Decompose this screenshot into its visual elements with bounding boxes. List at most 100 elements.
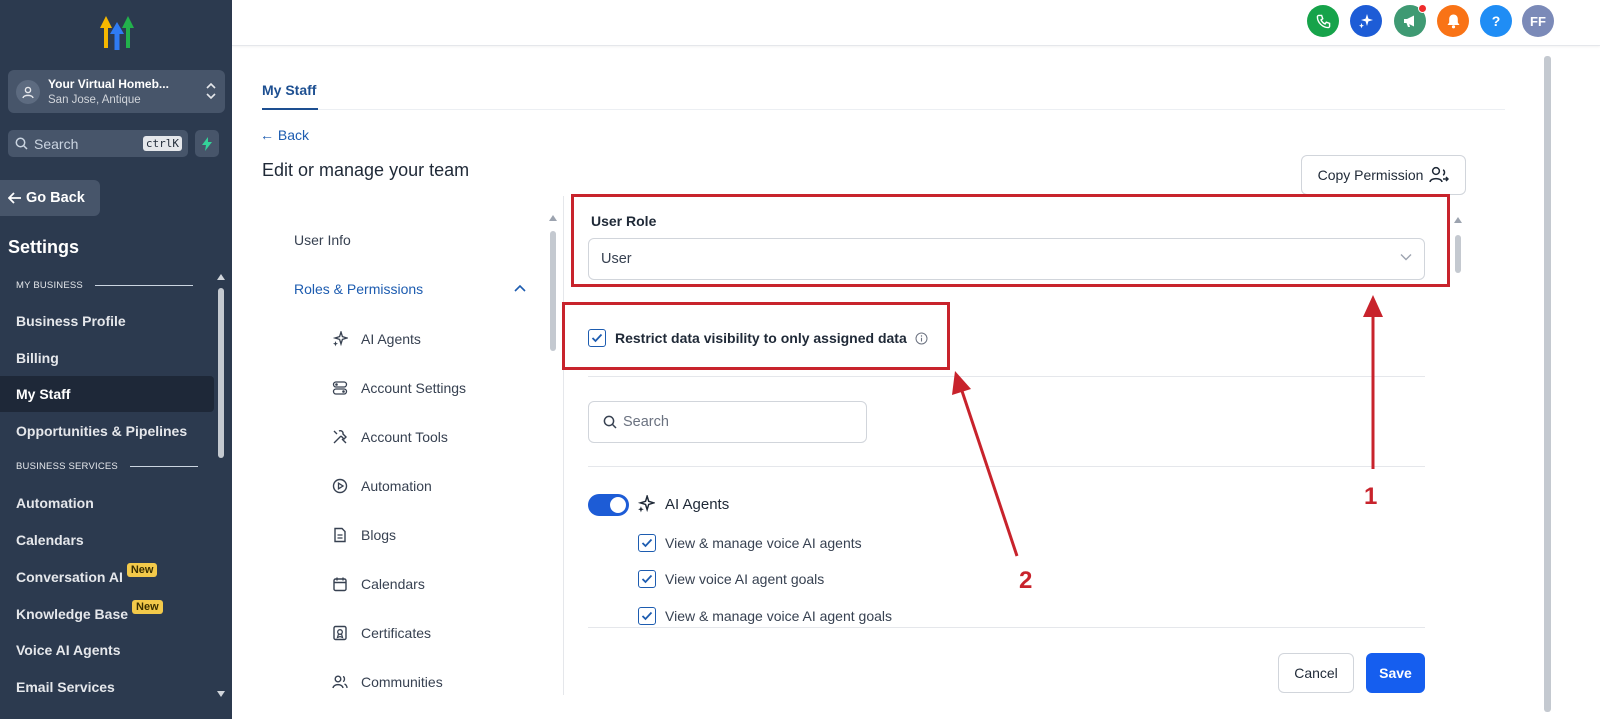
- location-icon: [16, 80, 40, 104]
- go-back-button[interactable]: Go Back: [0, 180, 100, 216]
- cancel-button[interactable]: Cancel: [1278, 653, 1354, 693]
- permission-search-input[interactable]: Search: [588, 401, 867, 443]
- subnav-label: Account Settings: [361, 380, 467, 396]
- user-initials: FF: [1530, 13, 1546, 29]
- calendar-icon: [331, 575, 349, 593]
- phone-button[interactable]: [1307, 5, 1339, 37]
- play-circle-icon: [331, 477, 349, 495]
- subnav-user-info[interactable]: User Info: [294, 232, 351, 248]
- subnav-certificates[interactable]: Certificates: [331, 624, 431, 642]
- sidebar-item-my-staff[interactable]: My Staff: [0, 376, 214, 412]
- annotation-number-2: 2: [1019, 567, 1033, 594]
- scroll-up-icon: [1454, 217, 1462, 223]
- quick-actions-button[interactable]: [195, 130, 219, 157]
- section-label: BUSINESS SERVICES: [16, 461, 118, 472]
- copy-permission-label: Copy Permission: [1317, 167, 1424, 183]
- subnav-ai-agents[interactable]: AI Agents: [331, 330, 421, 348]
- sidebar-item-email-services[interactable]: Email Services: [0, 669, 214, 705]
- permission-checkbox[interactable]: [638, 607, 656, 625]
- ai-agents-toggle[interactable]: [588, 494, 629, 516]
- subnav-roles-permissions[interactable]: Roles & Permissions: [294, 281, 423, 297]
- copy-permission-button[interactable]: Copy Permission: [1301, 155, 1466, 195]
- annotation-box-user-role: [571, 194, 1450, 287]
- go-back-label: Go Back: [26, 190, 85, 206]
- panel-scrollbar[interactable]: [1452, 215, 1464, 275]
- sidebar-item-label: My Staff: [16, 386, 71, 402]
- ai-agents-group-title: AI Agents: [637, 495, 729, 513]
- permission-row[interactable]: View & manage voice AI agent goals: [638, 607, 892, 625]
- subnav-communities[interactable]: Communities: [331, 673, 443, 691]
- app-logo[interactable]: [96, 14, 138, 52]
- arrow-left-icon: ←: [260, 127, 274, 143]
- account-location: San Jose, Antique: [48, 94, 141, 106]
- sidebar-item-calendars[interactable]: Calendars: [0, 522, 214, 558]
- help-icon: ?: [1491, 13, 1501, 29]
- sidebar-search[interactable]: Search ctrlK: [8, 130, 188, 157]
- tab-active-indicator: [262, 108, 318, 110]
- tab-my-staff[interactable]: My Staff: [262, 82, 316, 98]
- page-scroll-thumb[interactable]: [1544, 56, 1551, 712]
- sidebar-item-billing[interactable]: Billing: [0, 340, 214, 376]
- user-avatar[interactable]: FF: [1522, 5, 1554, 37]
- sidebar-item-label: Calendars: [16, 532, 84, 548]
- toggle-knob: [610, 497, 626, 513]
- sidebar-item-label: Knowledge Base: [16, 606, 129, 622]
- subnav-account-settings[interactable]: Account Settings: [331, 379, 466, 397]
- permission-search-placeholder: Search: [623, 414, 669, 430]
- chevron-up-icon[interactable]: [514, 284, 526, 292]
- sidebar-scroll-thumb[interactable]: [218, 288, 224, 458]
- sparkle-icon: [637, 495, 655, 513]
- subnav-automation[interactable]: Automation: [331, 477, 432, 495]
- group-title-label: AI Agents: [665, 495, 730, 513]
- bolt-icon: [202, 136, 212, 151]
- account-name: Your Virtual Homeb...: [48, 77, 169, 91]
- sidebar-item-knowledge-base[interactable]: Knowledge Base New: [0, 596, 214, 632]
- section-label: MY BUSINESS: [16, 280, 83, 291]
- subnav-blogs[interactable]: Blogs: [331, 526, 396, 544]
- sidebar-item-label: Voice AI Agents: [16, 642, 121, 658]
- back-link[interactable]: ← Back: [260, 127, 309, 143]
- notifications-button[interactable]: [1437, 5, 1469, 37]
- sidebar: Your Virtual Homeb... San Jose, Antique …: [0, 0, 232, 719]
- announcements-button[interactable]: [1394, 4, 1427, 37]
- sidebar-item-label: Email Services: [16, 679, 115, 695]
- subnav-label: Account Tools: [361, 429, 448, 445]
- help-button[interactable]: ?: [1480, 5, 1512, 37]
- notification-dot: [1418, 4, 1427, 13]
- subnav-label: User Info: [294, 232, 351, 248]
- panel-scroll-thumb[interactable]: [1455, 235, 1461, 273]
- search-shortcut: ctrlK: [142, 136, 182, 151]
- sidebar-item-conversation-ai[interactable]: Conversation AI New: [0, 559, 214, 595]
- sidebar-item-business-profile[interactable]: Business Profile: [0, 303, 214, 339]
- sidebar-item-label: Billing: [16, 350, 59, 366]
- subnav-label: AI Agents: [361, 331, 421, 347]
- sidebar-item-opportunities[interactable]: Opportunities & Pipelines: [0, 413, 214, 449]
- subnav-scrollbar[interactable]: [547, 213, 559, 373]
- subnav-scroll-thumb[interactable]: [550, 231, 556, 351]
- page-title: Edit or manage your team: [262, 160, 470, 180]
- chevron-updown-icon: [206, 82, 216, 100]
- subnav-label: Blogs: [361, 527, 397, 543]
- permission-checkbox[interactable]: [638, 570, 656, 588]
- permission-row[interactable]: View voice AI agent goals: [638, 570, 824, 588]
- sidebar-item-automation[interactable]: Automation: [0, 485, 214, 521]
- sidebar-item-voice-ai-agents[interactable]: Voice AI Agents: [0, 632, 214, 668]
- top-bar: ? FF: [232, 0, 1600, 46]
- section-my-business: MY BUSINESS: [16, 280, 193, 291]
- sidebar-item-label: Conversation AI: [16, 569, 123, 585]
- permission-label: View & manage voice AI agent goals: [665, 608, 893, 624]
- save-button[interactable]: Save: [1366, 653, 1425, 693]
- divider: [588, 466, 1425, 467]
- page-scrollbar[interactable]: [1541, 46, 1555, 719]
- settings-toggle-icon: [331, 379, 349, 397]
- sparkle-icon: [1359, 14, 1373, 29]
- subnav-account-tools[interactable]: Account Tools: [331, 428, 448, 446]
- subnav-calendars[interactable]: Calendars: [331, 575, 425, 593]
- permission-row[interactable]: View & manage voice AI agents: [638, 534, 862, 552]
- sidebar-scrollbar[interactable]: [215, 272, 227, 699]
- account-switcher[interactable]: Your Virtual Homeb... San Jose, Antique: [8, 70, 225, 113]
- ai-assistant-button[interactable]: [1350, 5, 1382, 37]
- permission-label: View voice AI agent goals: [665, 571, 825, 587]
- permission-checkbox[interactable]: [638, 534, 656, 552]
- section-business-services: BUSINESS SERVICES: [16, 461, 198, 472]
